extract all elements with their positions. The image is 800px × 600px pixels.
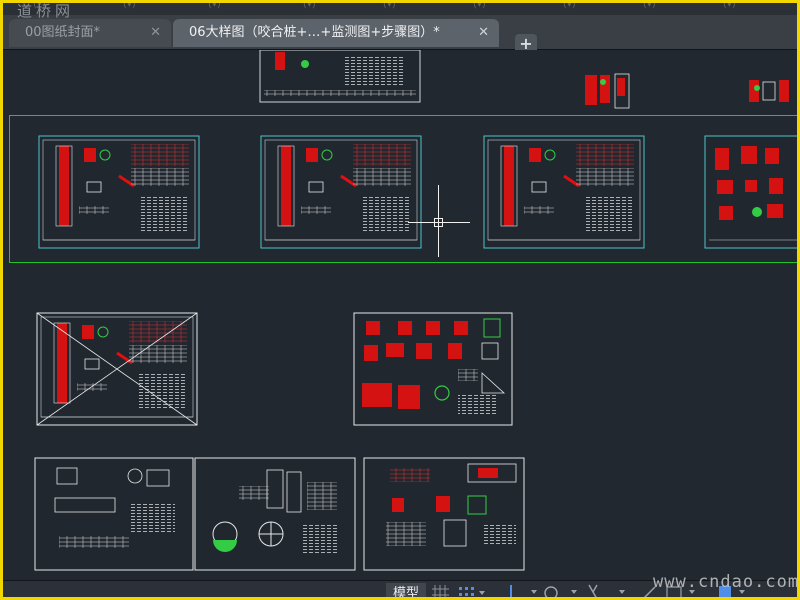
tab-detail-drawings[interactable]: 06大样图（咬合桩+…+监测图+步骤图）* ✕ — [173, 19, 499, 47]
model-tab[interactable]: 模型 — [386, 583, 426, 597]
tab-cover-sheet[interactable]: 00图纸封面* ✕ — [9, 19, 171, 47]
document-tab-bar: 00图纸封面* ✕ 06大样图（咬合桩+…+监测图+步骤图）* ✕ + — [3, 15, 797, 54]
drawing-canvas[interactable] — [3, 50, 797, 580]
snap-icon[interactable] — [455, 583, 491, 597]
watermark: www.cndao.com — [653, 572, 800, 592]
pickbox-cursor — [434, 218, 443, 227]
close-icon[interactable]: ✕ — [150, 19, 161, 47]
cad-window: (▾) (▾) (▾) (▾) (▾) (▾) (▾) (▾) (▾) 00图纸… — [0, 0, 800, 600]
selection-window — [9, 115, 797, 263]
tab-label: 06大样图（咬合桩+…+监测图+步骤图）* — [189, 25, 440, 40]
grid-icon[interactable] — [431, 583, 453, 597]
close-icon[interactable]: ✕ — [478, 19, 489, 47]
tab-label: 00图纸封面* — [25, 25, 101, 40]
watermark-top: 道桥网 — [17, 2, 75, 20]
menu-bar-remnant: (▾) (▾) (▾) (▾) (▾) (▾) (▾) (▾) (▾) — [3, 3, 797, 15]
